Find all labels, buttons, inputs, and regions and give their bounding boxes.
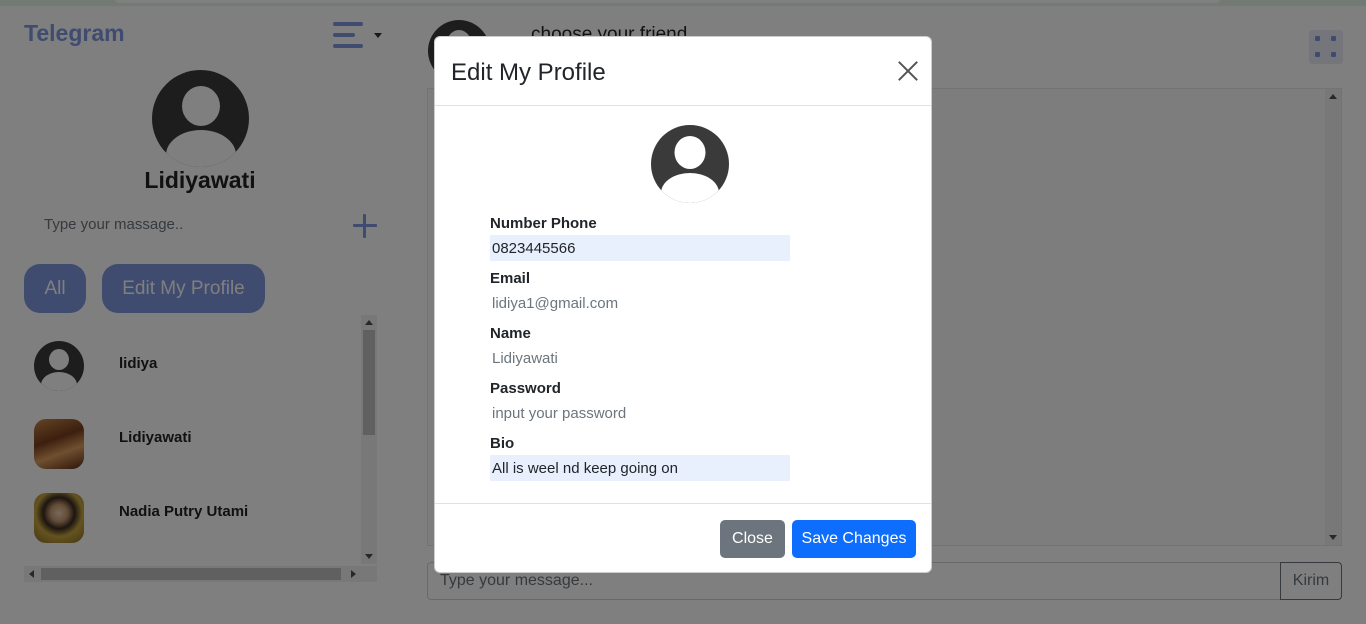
modal-title: Edit My Profile [451,59,606,86]
modal-footer: Close Save Changes [435,503,931,573]
edit-profile-modal: Edit My Profile Number Phone Email Name … [434,36,932,573]
close-button[interactable]: Close [720,520,785,558]
email-field[interactable] [490,290,790,316]
close-icon[interactable] [898,61,918,81]
password-label: Password [490,380,561,397]
bio-label: Bio [490,435,515,452]
phone-field[interactable] [490,235,790,261]
password-field[interactable] [490,400,790,426]
bio-field[interactable] [490,455,790,481]
phone-label: Number Phone [490,215,597,232]
name-label: Name [490,325,531,342]
email-label: Email [490,270,531,287]
save-changes-button[interactable]: Save Changes [792,520,916,558]
name-field[interactable] [490,345,790,371]
silhouette-head [674,136,706,169]
modal-avatar[interactable] [651,125,729,203]
modal-header: Edit My Profile [435,37,931,106]
silhouette-body [661,173,719,203]
